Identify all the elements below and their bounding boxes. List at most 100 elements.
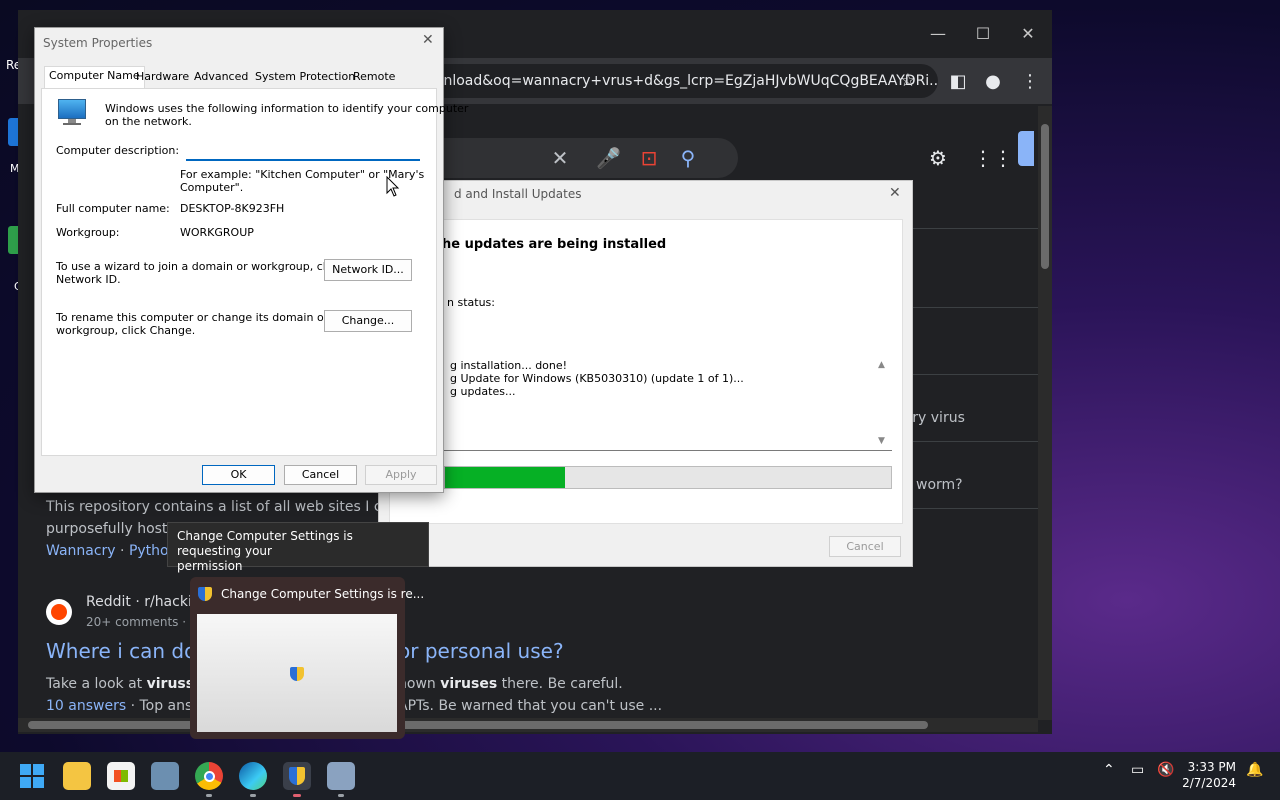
status-line: g updates... [450,385,516,398]
notifications-icon[interactable]: 🔔 [1246,762,1263,778]
microphone-icon[interactable]: 🎤 [596,146,621,170]
example-text: Computer". [180,181,244,194]
tag-separator: · [120,543,125,559]
network-id-button[interactable]: Network ID... [324,259,412,281]
chrome-icon[interactable] [195,762,223,790]
scroll-up-icon[interactable]: ▲ [878,359,885,372]
computer-monitor-icon [56,99,88,125]
intro-text: on the network. [105,115,192,128]
running-indicator [338,794,344,797]
result-snippet: Take a look at virussha [46,676,214,692]
uac-shield-icon [290,667,304,681]
result-source: Reddit · r/hackin [86,594,201,610]
result-snippet: nown viruses there. Be careful. [398,676,623,692]
full-name-label: Full computer name: [56,202,170,215]
edge-icon[interactable] [239,762,267,790]
dialog-title: d and Install Updates [454,187,582,201]
result-title-link[interactable]: or personal use? [398,639,564,663]
answers-row: 10 answers · Top answ [46,698,204,714]
running-indicator [250,794,256,797]
thumbnail-preview [197,614,397,732]
result-snippet: APTs. Be warned that you can't use ... [398,698,663,714]
wizard-text: To use a wizard to join a domain or work… [56,260,342,273]
rename-text: workgroup, click Change. [56,324,196,337]
apps-grid-icon[interactable]: ⋮⋮ [973,146,1013,170]
workgroup-label: Workgroup: [56,226,120,239]
rename-text: To rename this computer or change its do… [56,311,329,324]
sign-in-button[interactable] [1018,131,1034,166]
side-panel-icon[interactable]: ◧ [946,70,970,94]
vertical-scrollbar-thumb[interactable] [1041,124,1049,269]
ok-button[interactable]: OK [202,465,275,485]
thumbnail-title: Change Computer Settings is re... [221,587,425,601]
divider [893,441,1038,442]
close-icon[interactable]: ✕ [889,185,901,201]
computer-name-panel: Windows uses the following information t… [41,88,468,456]
uac-shield-icon [198,587,212,601]
microsoft-store-icon[interactable] [107,762,135,790]
result-snippet: This repository contains a list of all w… [46,499,413,515]
taskbar [0,752,1280,800]
status-label: n status: [447,296,495,309]
reddit-favicon-icon [46,599,72,625]
close-window-icon[interactable]: ✕ [1013,24,1043,43]
cancel-button[interactable]: Cancel [829,536,901,557]
maximize-icon[interactable]: ☐ [968,24,998,43]
wizard-text: Network ID. [56,273,121,286]
horizontal-scrollbar-thumb[interactable] [28,721,928,729]
install-progress-bar [444,466,892,489]
close-icon[interactable]: ✕ [422,32,434,48]
system-properties-dialog: System Properties ✕ Computer Name Hardwa… [34,27,468,493]
tab-computer-name[interactable]: Computer Name [44,66,145,88]
tab-remote[interactable]: Remote [349,68,399,88]
network-icon[interactable]: ▭ [1131,762,1144,778]
cancel-button[interactable]: Cancel [284,465,357,485]
profile-icon[interactable]: ● [981,70,1005,94]
bookmark-star-icon[interactable]: ☆ [896,69,920,93]
intro-text: Windows uses the following information t… [105,102,469,115]
tab-hardware[interactable]: Hardware [132,68,193,88]
status-line: g Update for Windows (KB5030310) (update… [450,372,744,385]
update-heading: he updates are being installed [442,237,667,252]
full-name-value: DESKTOP-8K923FH [180,202,285,215]
status-line: g installation... done! [450,359,568,372]
divider [893,374,1038,375]
file-explorer-icon[interactable] [63,762,91,790]
update-content-panel: he updates are being installed n status:… [389,219,903,524]
related-question[interactable]: worm? [916,477,963,493]
taskbar-tooltip: Change Computer Settings is requesting y… [167,522,429,573]
running-indicator [206,794,212,797]
chrome-menu-icon[interactable]: ⋮ [1018,70,1042,94]
answers-link[interactable]: 10 answers [46,698,126,714]
system-clock[interactable]: 3:33 PM 2/7/2024 [1182,759,1236,791]
update-status-log[interactable]: g installation... done! g Update for Win… [420,357,892,451]
mouse-cursor-icon [386,176,400,197]
tag-link[interactable]: Wannacry [46,543,116,559]
volume-muted-icon[interactable]: 🔇 [1157,762,1174,778]
control-panel-icon[interactable] [151,762,179,790]
uac-window-thumbnail[interactable]: Change Computer Settings is re... [190,577,424,739]
clear-search-icon[interactable]: ✕ [548,146,572,170]
show-hidden-icons-icon[interactable]: ⌃ [1103,762,1115,778]
computer-description-input[interactable] [186,141,420,161]
tab-advanced[interactable]: Advanced [190,68,252,88]
running-indicator [293,794,301,797]
settings-gear-icon[interactable]: ⚙ [926,146,950,170]
change-button[interactable]: Change... [324,310,412,332]
tab-system-protection[interactable]: System Protection [251,68,359,88]
dialog-title: System Properties [43,36,153,50]
divider [893,307,1038,308]
minimize-icon[interactable]: — [923,24,953,43]
lens-camera-icon[interactable]: ⊡ [637,146,661,170]
result-title-link[interactable]: Where i can dow [46,639,213,663]
scroll-down-icon[interactable]: ▼ [878,435,885,448]
description-label: Computer description: [56,144,180,157]
address-bar[interactable]: wnload&oq=wannacry+vrus+d&gs_lcrp=EgZjaH… [418,64,938,98]
progress-fill [445,467,566,488]
search-icon[interactable]: ⚲ [676,146,700,170]
start-windows-icon[interactable] [18,762,46,790]
system-properties-taskbar-icon[interactable] [327,762,355,790]
result-tags: Wannacry · Python [46,543,177,559]
apply-button[interactable]: Apply [365,465,437,485]
uac-shield-taskbar-icon[interactable] [283,762,311,790]
